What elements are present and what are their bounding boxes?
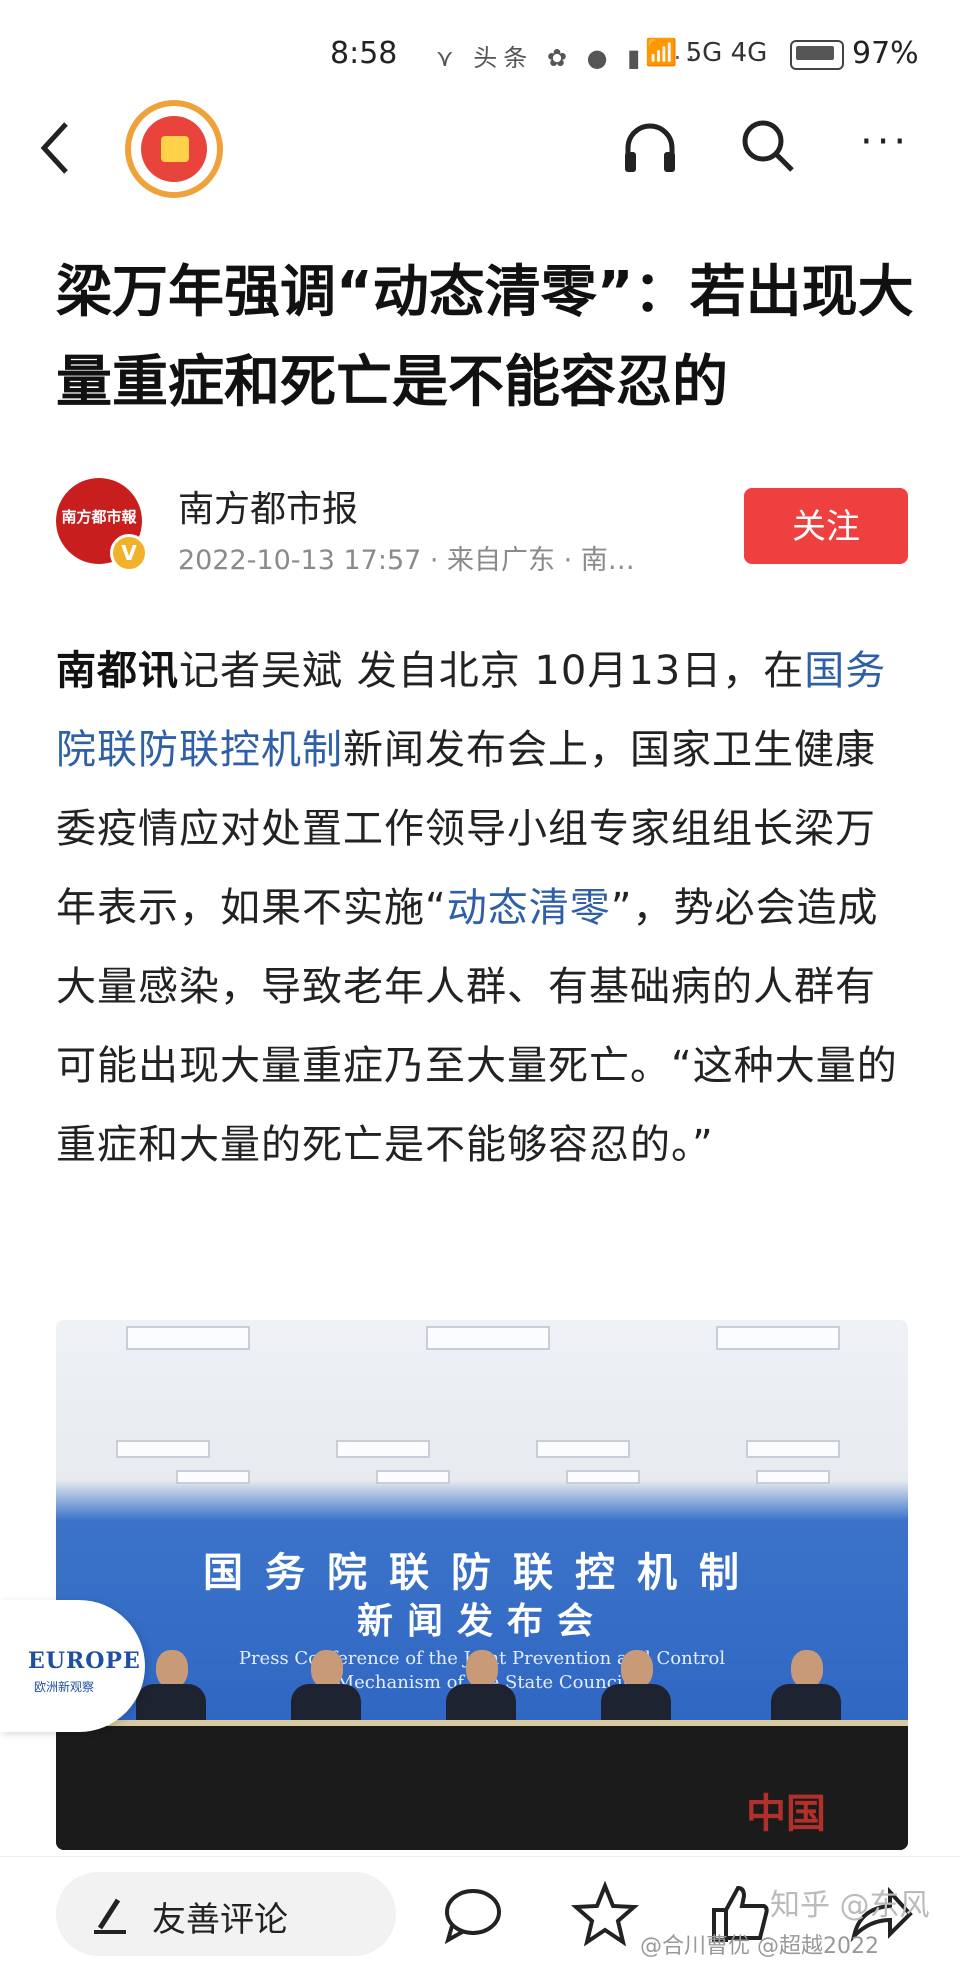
backdrop-title: 国务院联防联控机制: [203, 1550, 761, 1596]
star-icon: [570, 1880, 640, 1947]
europe-watermark-logo: EUROPE 欧洲新观察: [0, 1600, 145, 1732]
listen-button[interactable]: [620, 118, 680, 178]
search-icon: [742, 120, 794, 172]
source-logo-text: 南方都市報: [61, 508, 137, 526]
weibo-watermark: @合川曹优 @超越2022: [640, 1934, 879, 1959]
backdrop-subtitle: 新闻发布会: [356, 1601, 607, 1642]
comment-placeholder: 友善评论: [152, 1900, 288, 1940]
battery-icon: [790, 40, 844, 70]
press-desk: 中国: [56, 1720, 908, 1850]
article-meta: 2022-10-13 17:57 · 来自广东 · 南…: [178, 545, 635, 576]
source-name[interactable]: 南方都市报: [178, 480, 358, 532]
link-dynamic-zero[interactable]: 动态清零: [447, 885, 611, 931]
zhihu-watermark: 知乎 @东风: [770, 1888, 930, 1923]
verified-badge-icon: V: [110, 534, 148, 572]
battery-percent: 97%: [852, 36, 919, 71]
pen-icon: [94, 1898, 126, 1934]
headphones-icon: [625, 123, 675, 172]
red-envelope-icon: [141, 116, 207, 182]
chevron-left-icon: [40, 122, 68, 174]
comments-button[interactable]: [438, 1880, 508, 1950]
network-signal: 📶 5G 4G: [645, 38, 768, 68]
back-button[interactable]: [36, 118, 76, 178]
status-time: 8:58: [330, 36, 398, 71]
europe-logo-subtitle: 欧洲新观察: [34, 1680, 95, 1694]
favorite-button[interactable]: [570, 1880, 640, 1950]
status-bar: 8:58 ⋎ 头条 ✿ ● ▮ ··· 📶 5G 4G 97%: [0, 0, 960, 110]
article-title: 梁万年强调“动态清零”：若出现大量重症和死亡是不能容忍的: [56, 260, 914, 415]
follow-button[interactable]: 关注: [744, 488, 908, 564]
article-photo[interactable]: 国务院联防联控机制 新闻发布会 Press Conference of the …: [56, 1320, 908, 1850]
europe-logo-title: EUROPE: [28, 1648, 141, 1674]
red-envelope-button[interactable]: [125, 100, 223, 198]
more-menu-button[interactable]: ···: [860, 122, 910, 162]
corner-logo: 中国: [746, 1791, 826, 1837]
comment-input[interactable]: 友善评论: [56, 1872, 396, 1956]
speech-bubble-icon: [444, 1889, 501, 1945]
search-button[interactable]: [738, 116, 798, 176]
article-paragraph: 南都讯记者吴斌 发自北京 10月13日，在国务院联防联控机制新闻发布会上，国家卫…: [56, 632, 916, 1185]
para-text-1: 记者吴斌 发自北京 10月13日，在: [179, 648, 805, 694]
lead-text: 南都讯: [56, 648, 179, 694]
